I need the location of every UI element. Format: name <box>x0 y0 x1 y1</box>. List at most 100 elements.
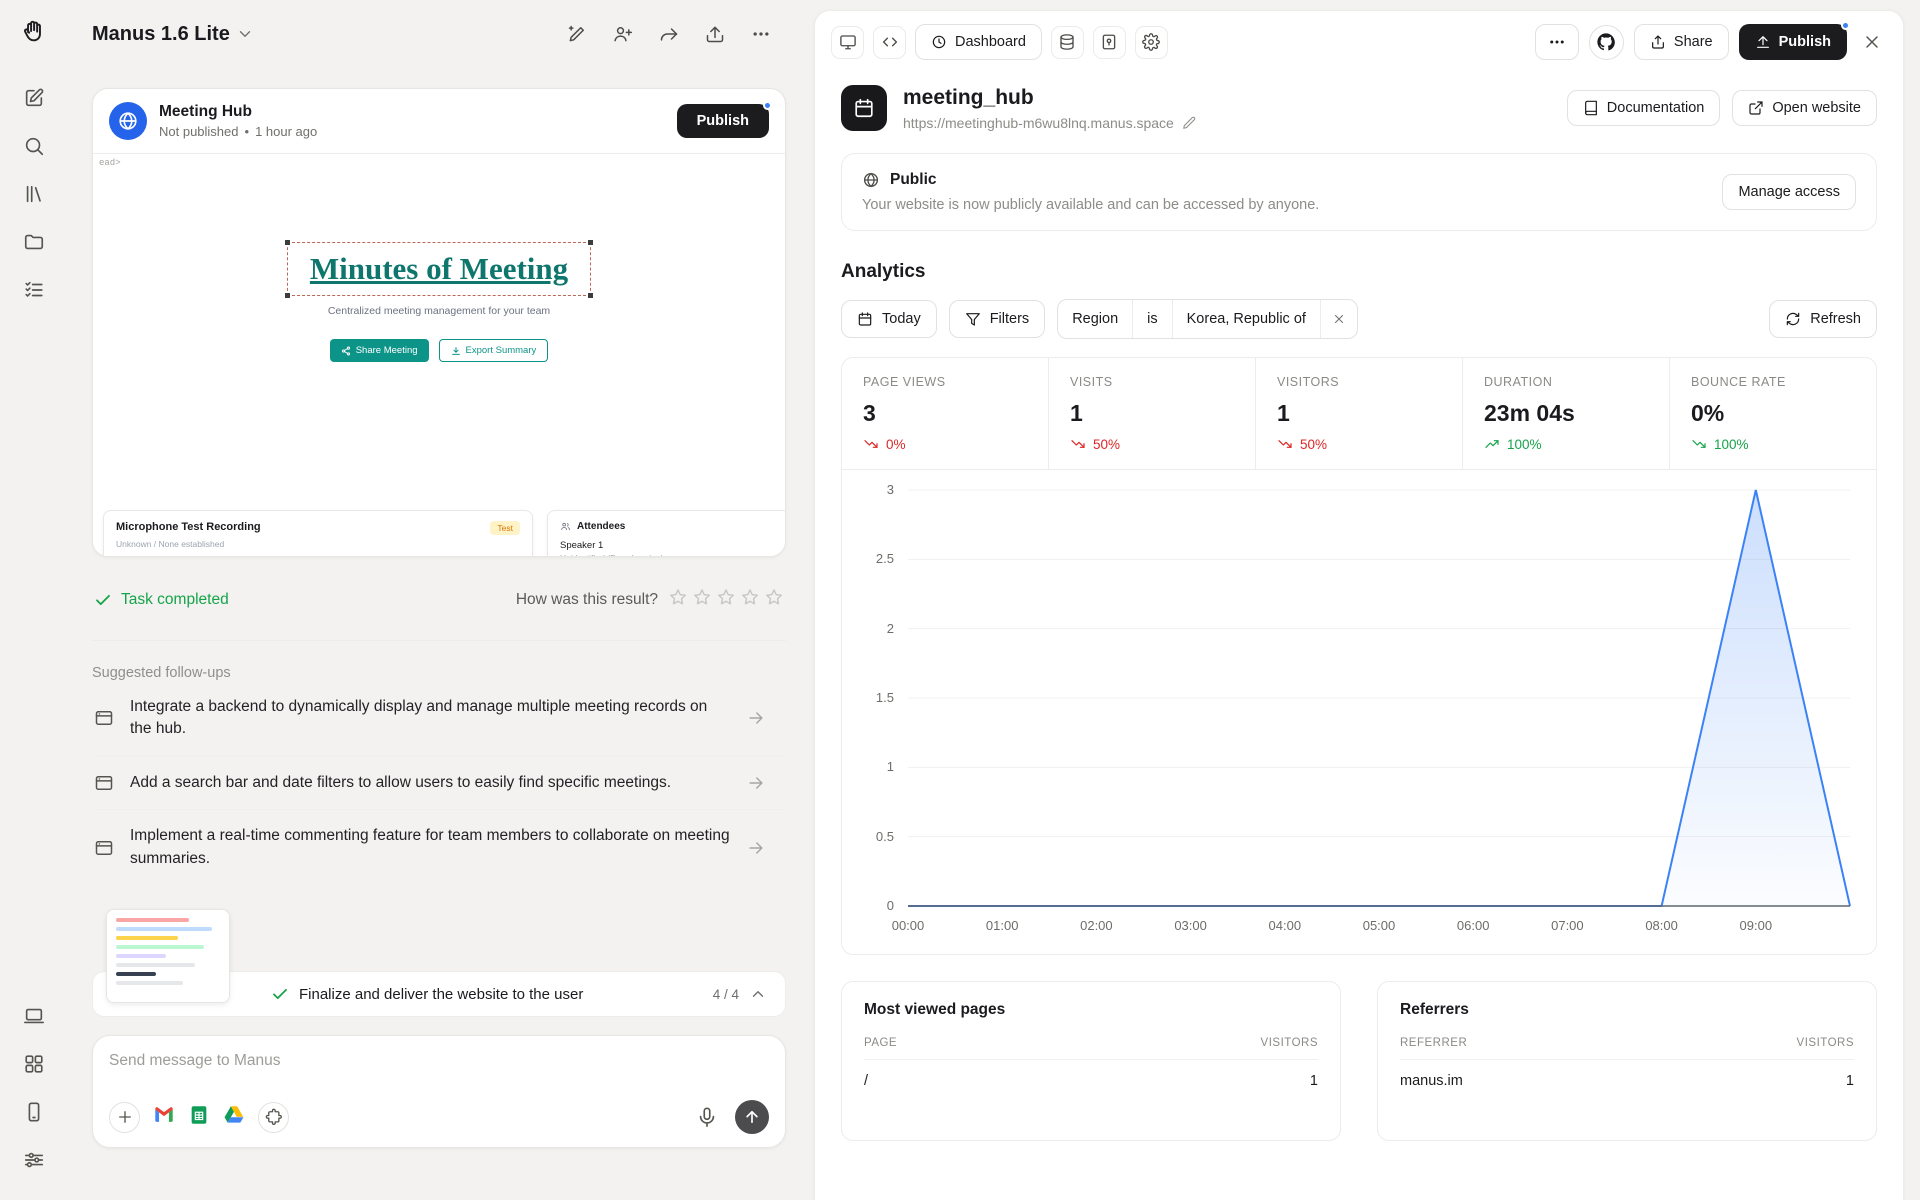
publish-button[interactable]: Publish <box>677 104 769 138</box>
clock-icon <box>931 34 947 50</box>
gmail-connector-button[interactable] <box>153 1104 175 1130</box>
stat-bounce-rate[interactable]: BOUNCE RATE 0% 100% <box>1670 358 1876 469</box>
extensions-button[interactable] <box>258 1102 289 1133</box>
followup-item[interactable]: Integrate a backend to dynamically displ… <box>92 681 786 757</box>
share-meeting-button[interactable]: Share Meeting <box>330 339 429 362</box>
stat-duration[interactable]: DURATION 23m 04s 100% <box>1463 358 1670 469</box>
sheets-connector-button[interactable] <box>188 1104 210 1130</box>
y-axis-tick: 1.5 <box>842 690 894 705</box>
share-task-button[interactable] <box>652 17 686 51</box>
secrets-button[interactable] <box>1093 26 1126 59</box>
refresh-button[interactable]: Refresh <box>1769 300 1877 338</box>
model-title: Manus 1.6 Lite <box>92 23 230 46</box>
close-panel-button[interactable] <box>1857 27 1887 57</box>
star-2[interactable] <box>692 587 712 612</box>
message-input[interactable] <box>109 1052 769 1070</box>
publish-status: Not published <box>159 124 239 139</box>
followup-text: Add a search bar and date filters to all… <box>130 772 730 794</box>
preview-mode-button[interactable] <box>831 26 864 59</box>
database-button[interactable] <box>1051 26 1084 59</box>
filter-field[interactable]: Region <box>1058 300 1133 338</box>
manus-logo[interactable] <box>21 18 47 48</box>
stat-value: 1 <box>1277 400 1441 427</box>
filter-value[interactable]: Korea, Republic of <box>1173 300 1321 338</box>
sidebar-search-button[interactable] <box>14 126 54 166</box>
invite-button[interactable] <box>606 17 640 51</box>
more-options-button[interactable] <box>744 17 778 51</box>
attach-button[interactable] <box>109 1102 140 1133</box>
trend-down-icon <box>1277 436 1293 452</box>
model-selector[interactable]: Manus 1.6 Lite <box>92 23 254 46</box>
attendees-card: Attendees Speaker 1 Unidentified (Female… <box>547 510 785 556</box>
website-card-titles: Meeting Hub Not published • 1 hour ago <box>159 103 317 139</box>
filters-button[interactable]: Filters <box>949 300 1045 338</box>
final-step-section: Finalize and deliver the website to the … <box>92 971 786 1017</box>
code-screenshot-thumbnail[interactable] <box>106 909 230 1003</box>
visitors-line-chart: 00.511.522.5300:0001:0002:0003:0004:0005… <box>842 476 1868 944</box>
stat-visitors[interactable]: VISITORS 1 50% <box>1256 358 1463 469</box>
send-button[interactable] <box>735 1100 769 1134</box>
website-preview[interactable]: ead> Minutes of Meeting Centralized meet… <box>93 154 785 556</box>
stat-label: BOUNCE RATE <box>1691 375 1855 389</box>
star-1[interactable] <box>668 587 688 612</box>
chat-pane: Manus 1.6 Lite Meeting Hub Not published <box>68 0 808 1200</box>
sidebar-tasks-button[interactable] <box>14 270 54 310</box>
voice-input-button[interactable] <box>692 1102 722 1132</box>
mic-icon <box>696 1106 718 1128</box>
visitors-cell: 1 <box>1310 1073 1318 1089</box>
documentation-button[interactable]: Documentation <box>1567 90 1721 126</box>
site-url[interactable]: https://meetinghub-m6wu8lnq.manus.space <box>903 115 1174 131</box>
publish-website-button[interactable]: Publish <box>1739 24 1847 60</box>
followup-item[interactable]: Add a search bar and date filters to all… <box>92 757 786 810</box>
date-range-button[interactable]: Today <box>841 300 937 338</box>
drive-connector-button[interactable] <box>223 1104 245 1130</box>
x-axis-tick: 02:00 <box>1064 918 1128 933</box>
access-level: Public <box>890 171 937 189</box>
table-row[interactable]: / 1 <box>864 1060 1318 1102</box>
sidebar-settings-button[interactable] <box>14 1140 54 1180</box>
sidebar-library-button[interactable] <box>14 174 54 214</box>
preview-page-title: Minutes of Meeting <box>310 251 568 287</box>
sidebar-files-button[interactable] <box>14 222 54 262</box>
star-5[interactable] <box>764 587 784 612</box>
code-mode-button[interactable] <box>873 26 906 59</box>
export-task-button[interactable] <box>698 17 732 51</box>
sidebar-apps-button[interactable] <box>14 1044 54 1084</box>
table-headers: REFERRER VISITORS <box>1400 1037 1854 1060</box>
website-card-header[interactable]: Meeting Hub Not published • 1 hour ago P… <box>93 89 785 154</box>
mic-card-subtitle: Unknown / None established <box>116 539 520 549</box>
window-icon <box>94 838 114 858</box>
edit-style-button[interactable] <box>560 17 594 51</box>
more-actions-button[interactable] <box>1535 24 1579 60</box>
sidebar-mobile-button[interactable] <box>14 1092 54 1132</box>
site-settings-button[interactable] <box>1135 26 1168 59</box>
manage-access-button[interactable]: Manage access <box>1722 174 1856 210</box>
filter-operator[interactable]: is <box>1133 300 1172 338</box>
database-icon <box>1058 33 1076 51</box>
followup-item[interactable]: Implement a real-time commenting feature… <box>92 810 786 885</box>
star-4[interactable] <box>740 587 760 612</box>
tab-dashboard[interactable]: Dashboard <box>915 24 1042 60</box>
stat-value: 1 <box>1070 400 1234 427</box>
star-3[interactable] <box>716 587 736 612</box>
share-website-button[interactable]: Share <box>1634 24 1729 60</box>
edit-url-button[interactable] <box>1182 116 1196 130</box>
column-header: PAGE <box>864 1037 897 1049</box>
open-website-button[interactable]: Open website <box>1732 90 1877 126</box>
sidebar-new-task-button[interactable] <box>14 78 54 118</box>
github-button[interactable] <box>1589 25 1624 60</box>
website-status: Not published • 1 hour ago <box>159 124 317 139</box>
y-axis-tick: 0 <box>842 898 894 913</box>
selection-handle <box>285 293 290 298</box>
calendar-icon <box>857 311 873 327</box>
trend-down-icon <box>1070 436 1086 452</box>
stat-visits[interactable]: VISITS 1 50% <box>1049 358 1256 469</box>
export-summary-button[interactable]: Export Summary <box>439 339 549 362</box>
remove-filter-button[interactable] <box>1321 300 1357 338</box>
most-viewed-pages-card: Most viewed pages PAGE VISITORS / 1 <box>841 981 1341 1141</box>
table-title: Most viewed pages <box>864 1001 1318 1019</box>
stat-page-views[interactable]: PAGE VIEWS 3 0% <box>842 358 1049 469</box>
sidebar-devices-button[interactable] <box>14 996 54 1036</box>
table-row[interactable]: manus.im 1 <box>1400 1060 1854 1102</box>
dashboard-panel: Dashboard Share Publish <box>814 10 1904 1200</box>
